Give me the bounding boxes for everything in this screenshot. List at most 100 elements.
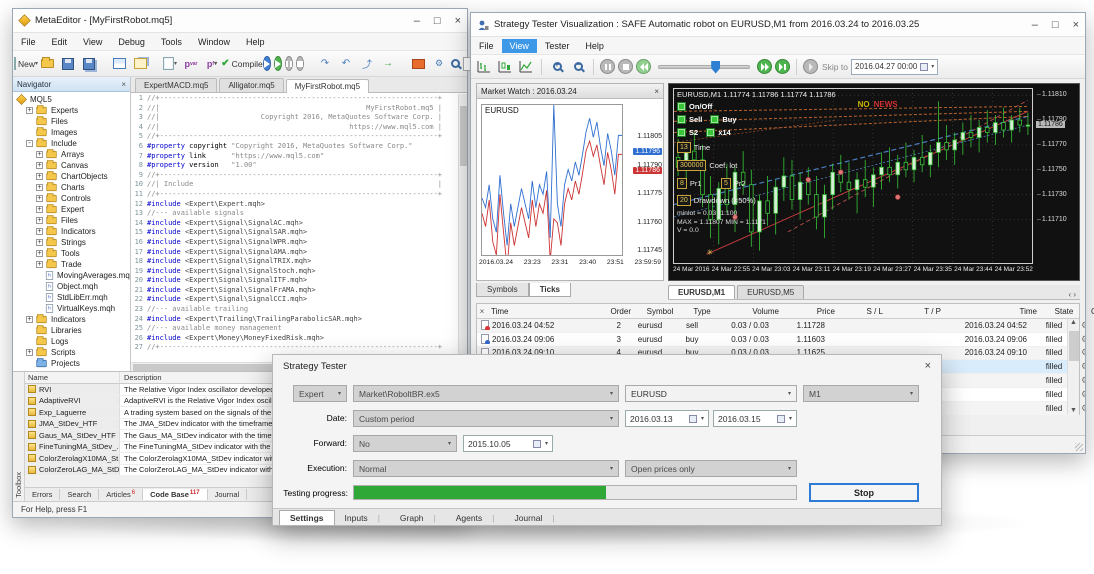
tree-item-include[interactable]: - Include [16,138,130,149]
terminal-button[interactable] [409,55,427,73]
tree-item-object-mqh[interactable]: h Object.mqh [16,281,130,292]
compile-button[interactable]: ✔ Compile [221,55,263,73]
expand-icon[interactable]: + [36,206,43,213]
column-header-name[interactable]: Name [25,372,120,383]
tree-item-stdliberr-mqh[interactable]: h StdLibErr.mqh [16,292,130,303]
zoom-in-button[interactable]: + [548,58,566,76]
program-combo[interactable]: Market\RoboltBR.ex5 ▾ [353,385,619,402]
expand-icon[interactable]: + [36,250,43,257]
window-split-button[interactable] [110,55,128,73]
gear-icon[interactable]: ⚙ [1081,320,1085,330]
save-all-button[interactable] [80,55,98,73]
dialog-tab-inputs[interactable]: Inputs [335,511,390,525]
market-watch-close-icon[interactable]: × [654,87,659,96]
expand-icon[interactable]: + [26,349,33,356]
column-header-state[interactable]: State [1041,307,1087,316]
dialog-tab-journal[interactable]: Journal [504,511,564,525]
coef-lot-field[interactable]: 300000 Coef. lot [677,160,737,171]
close-icon[interactable]: × [1073,19,1079,31]
expand-icon[interactable]: + [36,173,43,180]
new-file-button[interactable]: New ▾ [13,55,38,73]
zoom-out-button[interactable]: − [569,58,587,76]
styler-button[interactable]: ▾ [161,55,179,73]
dialog-titlebar[interactable]: Strategy Tester × [273,355,941,377]
tree-item-files[interactable]: + Files [16,215,130,226]
expand-icon[interactable]: + [36,184,43,191]
column-header-sl[interactable]: S / L [839,307,887,316]
tree-item-scripts[interactable]: + Scripts [16,347,130,358]
tree-item-chartobjects[interactable]: + ChartObjects [16,171,130,182]
editor-tab-alligator.mq5[interactable]: Alligator.mq5 [219,78,284,92]
menu-item-tools[interactable]: Tools [153,35,190,49]
maximize-icon[interactable]: □ [434,15,441,27]
collapse-icon[interactable]: - [26,140,33,147]
chart-button-x14[interactable]: x14 [706,128,731,137]
editor-tab-expertmacd.mq5[interactable]: ExpertMACD.mq5 [135,78,218,92]
expand-icon[interactable]: + [36,261,43,268]
go-to-button[interactable]: → [379,55,397,73]
period-combo[interactable]: M1 ▾ [803,385,919,402]
skip-to-date-combo[interactable]: 2016.04.27 00:00 ▾ [851,58,939,75]
editor-tab-myfirstrobot.mq5[interactable]: MyFirstRobot.mq5 [285,79,370,93]
chart-tab-eurusd-m5[interactable]: EURUSD,M5 [737,285,805,299]
tree-item-tools[interactable]: + Tools [16,248,130,259]
menu-item-help[interactable]: Help [577,39,612,53]
tree-item-logs[interactable]: Logs [16,336,130,347]
drawdown-field[interactable]: 20 Drawdown (<50%) [677,195,756,206]
toolbox-tab-articles[interactable]: Articles 6 [99,489,144,500]
tree-item-virtualkeys-mqh[interactable]: h VirtualKeys.mqh [16,303,130,314]
bars-chart-button[interactable] [475,58,493,76]
navigator-close-icon[interactable]: × [121,80,126,89]
date-from-field[interactable]: 2016.03.13 ▾ [625,410,709,427]
column-header-symbol[interactable]: Symbol [635,307,685,316]
save-button[interactable] [59,55,77,73]
dialog-tab-agents[interactable]: Agents [446,511,505,525]
market-watch-tab-ticks[interactable]: Ticks [528,283,571,297]
minimize-icon[interactable]: – [1032,19,1038,31]
line-chart-button[interactable] [517,58,535,76]
column-header-comment[interactable]: Comment [1087,307,1094,316]
trades-close-icon[interactable]: × [477,307,487,316]
menu-item-file[interactable]: File [13,35,44,49]
menu-item-view[interactable]: View [501,38,537,53]
maximize-icon[interactable]: □ [1052,19,1059,31]
tree-item-mql5[interactable]: MQL5 [16,94,130,105]
rewind-button[interactable] [636,59,651,74]
menu-item-edit[interactable]: Edit [44,35,76,49]
toolbox-tab-search[interactable]: Search [60,489,100,500]
speed-slider[interactable] [658,60,750,74]
tree-item-controls[interactable]: + Controls [16,193,130,204]
gear-icon[interactable]: ⚙ [1081,403,1085,413]
pr2-field[interactable]: 5 Pr2 [721,178,746,189]
tree-item-indicators[interactable]: + Indicators [16,226,130,237]
menu-item-file[interactable]: File [471,39,502,53]
tree-item-indicators[interactable]: + Indicators [16,314,130,325]
tab-scroll-arrows[interactable]: ‹ › [1068,290,1080,299]
tree-item-files[interactable]: Files [16,116,130,127]
menu-item-debug[interactable]: Debug [110,35,153,49]
expand-icon[interactable]: + [36,239,43,246]
pause-button[interactable] [285,56,293,71]
tree-item-movingaverages-mqh[interactable]: h MovingAverages.mqh [16,270,130,281]
menu-item-help[interactable]: Help [238,35,273,49]
tree-item-experts[interactable]: + Experts [16,105,130,116]
market-watch-tab-symbols[interactable]: Symbols [476,283,529,297]
chart-button-sell[interactable]: Sell [677,115,702,124]
step-out-button[interactable]: ⤴ [358,55,376,73]
fast-forward-button[interactable] [757,59,772,74]
symbol-combo[interactable]: EURUSD ▾ [625,385,797,402]
stop-button[interactable] [618,59,633,74]
expand-icon[interactable]: + [26,107,33,114]
tree-item-canvas[interactable]: + Canvas [16,160,130,171]
slider-thumb[interactable] [711,60,721,74]
trades-scrollbar[interactable]: ▲ ▼ [1067,319,1079,414]
gear-icon[interactable]: ⚙ [1081,375,1085,385]
chart-button-buy[interactable]: Buy [710,115,737,124]
pause-button[interactable] [600,59,615,74]
tree-item-libraries[interactable]: Libraries [16,325,130,336]
window-cascade-button[interactable] [131,55,149,73]
forward-combo[interactable]: No ▾ [353,435,457,452]
expand-icon[interactable]: + [36,217,43,224]
editor-vscrollbar[interactable] [458,94,467,362]
code-area[interactable]: 1 //+------------------------------------… [131,94,458,362]
